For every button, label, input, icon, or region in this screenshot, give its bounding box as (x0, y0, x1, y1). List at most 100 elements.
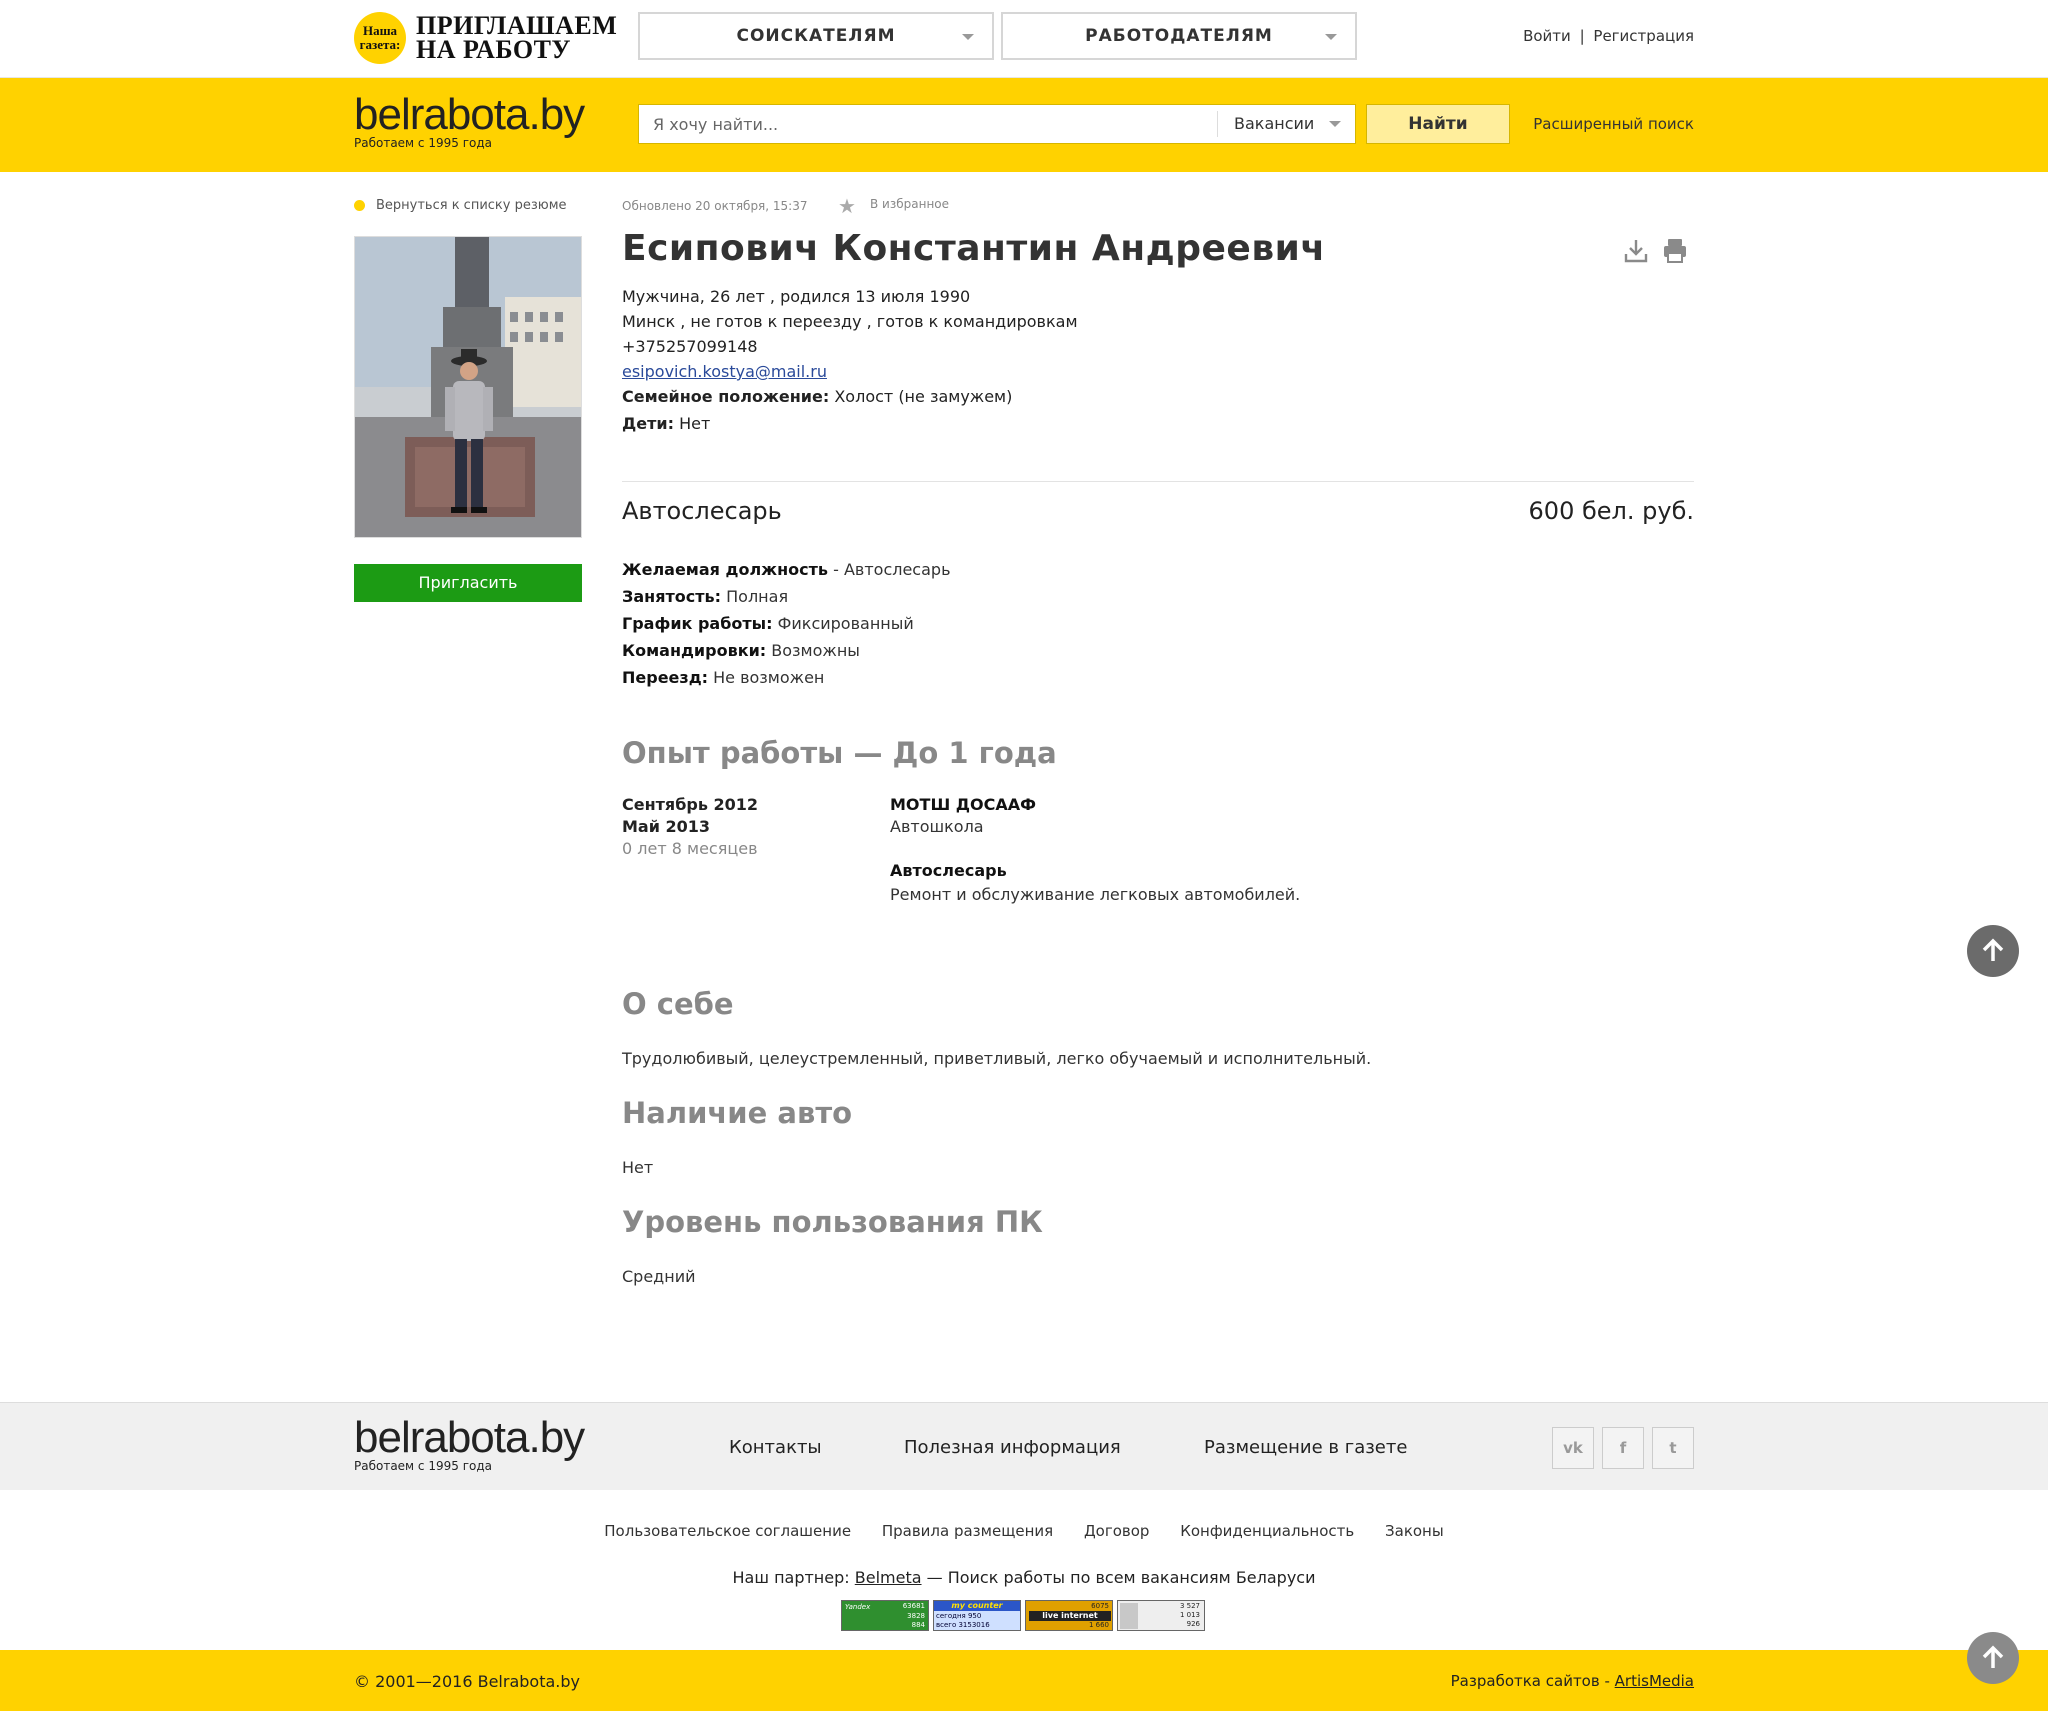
search-input[interactable] (639, 105, 1217, 143)
vk-icon[interactable]: vk (1552, 1427, 1594, 1469)
footer-logo[interactable]: belrabota.by Работаем с 1995 года (354, 1413, 585, 1474)
marital-status-row: Семейное положение: Холост (не замужем) (622, 384, 1078, 409)
favorites-label: В избранное (870, 197, 950, 211)
bar-chart-icon (1120, 1603, 1138, 1629)
back-to-resumes-link[interactable]: Вернуться к списку резюме (354, 198, 567, 213)
download-icon[interactable] (1624, 240, 1648, 263)
experience-duties: Ремонт и обслуживание легковых автомобил… (890, 885, 1301, 904)
pc-skill-heading: Уровень пользования ПК (622, 1205, 1043, 1239)
car-text: Нет (622, 1158, 654, 1177)
pref-row: Занятость: Полная (622, 583, 951, 610)
children-label: Дети: (622, 414, 674, 433)
yandex-counter[interactable]: Yandex 63681 3828 884 (841, 1600, 929, 1631)
nav-applicants-dropdown[interactable]: СОИСКАТЕЛЯМ (638, 12, 994, 60)
pref-label: График работы: (622, 614, 773, 633)
twitter-icon[interactable]: t (1652, 1427, 1694, 1469)
pref-row: График работы: Фиксированный (622, 610, 951, 637)
pref-sep: - (828, 560, 844, 579)
legal-link-privacy[interactable]: Конфиденциальность (1167, 1522, 1367, 1540)
children-row: Дети: Нет (622, 411, 1078, 436)
newspaper-logo[interactable]: Наша газета: ПРИГЛАШАЕМ НА РАБОТУ (354, 12, 617, 64)
email-link[interactable]: esipovich.kostya@mail.ru (622, 362, 827, 381)
nav-applicants-label: СОИСКАТЕЛЯМ (736, 26, 896, 46)
chevron-down-icon (962, 34, 974, 40)
auth-links: Войти | Регистрация (1523, 27, 1694, 45)
footer-link-contacts[interactable]: Контакты (729, 1437, 822, 1458)
nav-employers-label: РАБОТОДАТЕЛЯМ (1085, 26, 1273, 46)
legal-link-contract[interactable]: Договор (1071, 1522, 1163, 1540)
chevron-down-icon (1325, 34, 1337, 40)
newspaper-logo-title: ПРИГЛАШАЕМ НА РАБОТУ (416, 11, 618, 64)
auth-separator: | (1579, 27, 1585, 45)
arrow-up-icon (1982, 938, 2004, 961)
yellow-dot-icon (354, 200, 365, 211)
partner-link[interactable]: Belmeta (855, 1568, 922, 1587)
print-icon[interactable] (1664, 239, 1686, 263)
desired-salary: 600 бел. руб. (1528, 497, 1694, 525)
candidate-photo[interactable] (354, 236, 582, 538)
experience-dates: Сентябрь 2012 Май 2013 0 лет 8 месяцев (622, 794, 758, 860)
gender-age-birth: Мужчина, 26 лет , родился 13 июля 1990 (622, 287, 971, 306)
search-category-select[interactable]: Вакансии (1217, 111, 1355, 137)
photo-illustration (355, 237, 581, 537)
arrow-up-icon (1982, 1645, 2004, 1668)
legal-link-rules[interactable]: Правила размещения (869, 1522, 1066, 1540)
register-link[interactable]: Регистрация (1593, 27, 1694, 45)
section-divider (622, 481, 1694, 482)
login-link[interactable]: Войти (1523, 27, 1571, 45)
experience-role: Автослесарь (890, 861, 1007, 880)
legal-link-laws[interactable]: Законы (1372, 1522, 1457, 1540)
experience-heading: Опыт работы — До 1 года (622, 736, 1057, 770)
footer-logo-name: belrabota.by (354, 1413, 585, 1462)
stats-counter-badge[interactable]: 3 527 1 013 926 (1117, 1600, 1205, 1631)
tools-icons-graphic (1624, 239, 1686, 263)
pref-value: Автослесарь (843, 560, 951, 579)
footer-nav-bar: belrabota.by Работаем с 1995 года Контак… (0, 1402, 2048, 1490)
about-heading: О себе (622, 987, 734, 1021)
candidate-name: Есипович Константин Андреевич (622, 228, 1326, 269)
personal-info: Мужчина, 26 лет , родился 13 июля 1990 М… (622, 284, 1078, 436)
experience-start: Сентябрь 2012 (622, 795, 759, 814)
marital-status-label: Семейное положение: (622, 387, 830, 406)
invite-button[interactable]: Пригласить (354, 564, 582, 602)
footer-bottom-bar: © 2001—2016 Belrabota.by Разработка сайт… (0, 1650, 2048, 1711)
resume-tools (1624, 236, 1694, 266)
copyright: © 2001—2016 Belrabota.by (354, 1672, 580, 1691)
mycounter-badge[interactable]: my counter сегодня 950 всего 3153016 (933, 1600, 1021, 1631)
search-box: Вакансии (638, 104, 1356, 144)
search-category-label: Вакансии (1234, 114, 1315, 133)
legal-link-user-agreement[interactable]: Пользовательское соглашение (591, 1522, 864, 1540)
facebook-icon[interactable]: f (1602, 1427, 1644, 1469)
phone-number[interactable]: +375257099148 (622, 334, 1078, 359)
experience-end: Май 2013 (622, 817, 711, 836)
partner-prefix: Наш партнер: (732, 1568, 855, 1587)
footer-link-useful-info[interactable]: Полезная информация (904, 1437, 1121, 1458)
experience-details: МОТШ ДОСААФ Автошкола Автослесарь Ремонт… (890, 794, 1300, 906)
advanced-search-link[interactable]: Расширенный поиск (1533, 115, 1694, 133)
scroll-top-button[interactable] (1967, 1632, 2019, 1684)
experience-duration: 0 лет 8 месяцев (622, 839, 758, 858)
partner-line: Наш партнер: Belmeta — Поиск работы по в… (0, 1568, 2048, 1587)
site-logo[interactable]: belrabota.by Работаем с 1995 года (354, 92, 585, 151)
pref-label: Командировки: (622, 641, 767, 660)
desired-position-title: Автослесарь (622, 497, 782, 525)
pref-label: Переезд: (622, 668, 709, 687)
developer-credit: Разработка сайтов - ArtisMedia (1451, 1672, 1694, 1690)
pref-label: Желаемая должность (622, 560, 828, 579)
liveinternet-badge[interactable]: 6075 live internet 1 660 (1025, 1600, 1113, 1631)
back-link-label: Вернуться к списку резюме (376, 198, 567, 213)
marital-status-value: Холост (не замужем) (834, 387, 1013, 406)
chevron-down-icon (1329, 121, 1341, 127)
add-to-favorites-link[interactable]: ★ В избранное (838, 194, 950, 218)
pref-row: Командировки: Возможны (622, 637, 951, 664)
find-button[interactable]: Найти (1366, 104, 1510, 144)
newspaper-logo-circle: Наша газета: (354, 12, 406, 64)
footer-link-newspaper-placement[interactable]: Размещение в газете (1204, 1437, 1407, 1458)
scroll-top-button[interactable] (1967, 925, 2019, 977)
pc-skill-text: Средний (622, 1267, 696, 1286)
developer-link[interactable]: ArtisMedia (1615, 1672, 1694, 1690)
children-value: Нет (679, 414, 711, 433)
updated-date: Обновлено 20 октября, 15:37 (622, 199, 808, 213)
nav-employers-dropdown[interactable]: РАБОТОДАТЕЛЯМ (1001, 12, 1357, 60)
location-relocation: Минск , не готов к переезду , готов к ко… (622, 312, 1078, 331)
